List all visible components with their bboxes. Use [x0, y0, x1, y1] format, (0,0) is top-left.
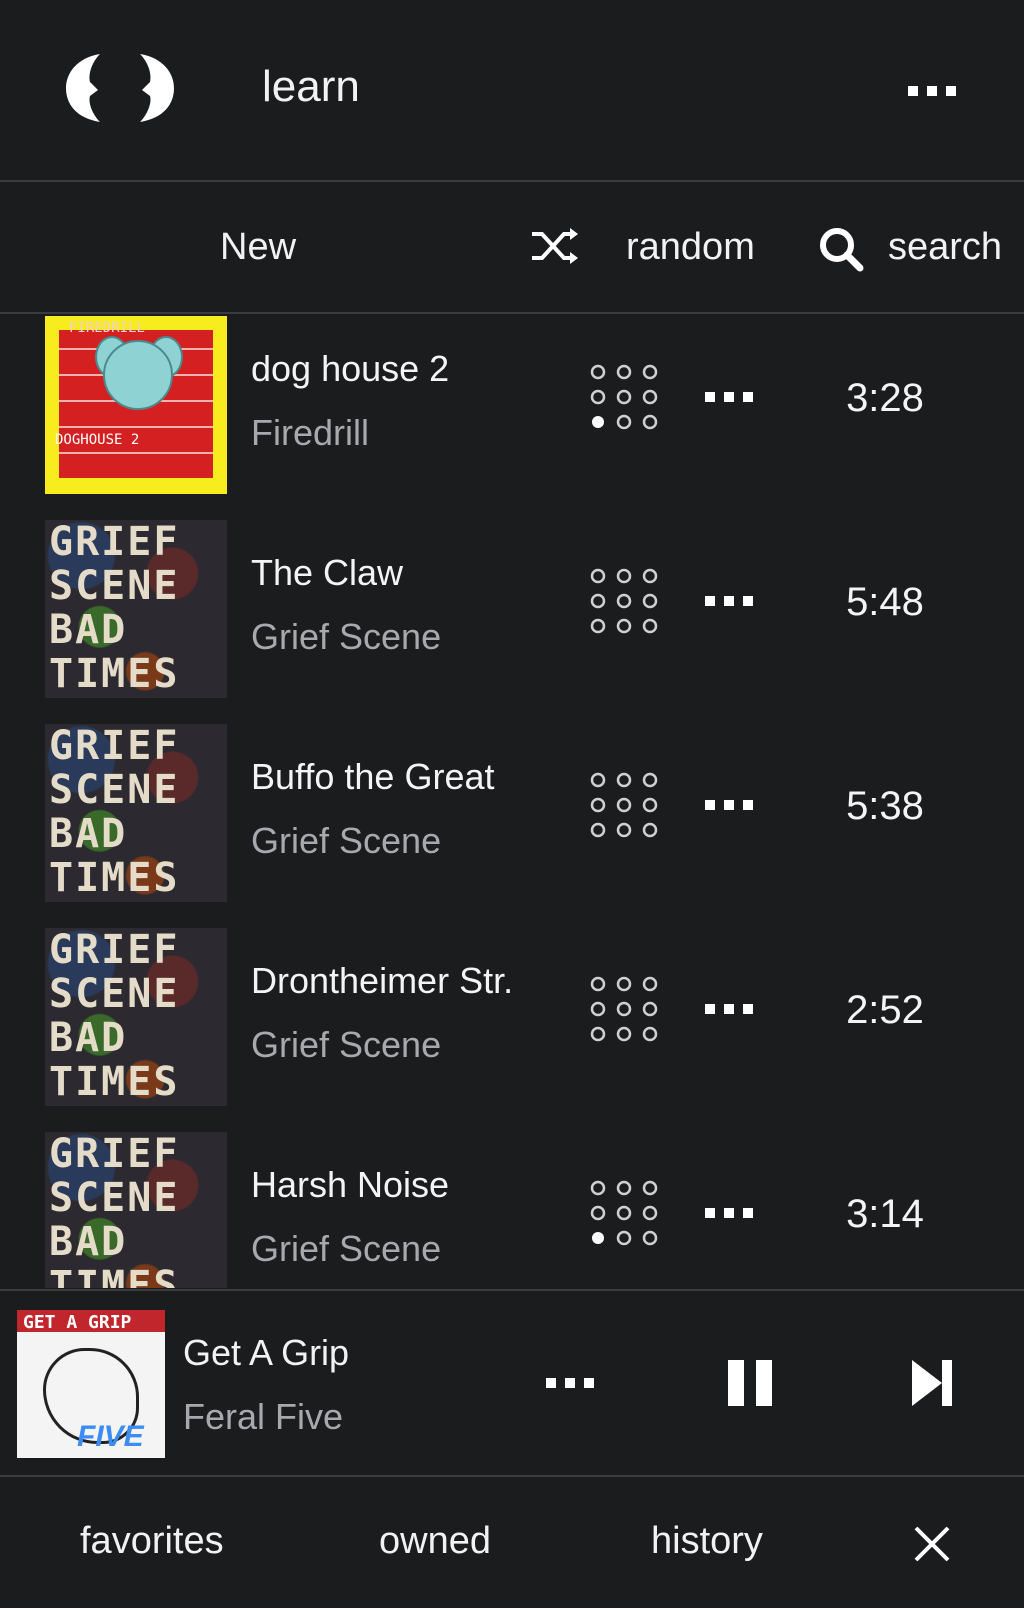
art-letters: GRIEF SCENE BAD TIMES	[49, 928, 180, 1105]
filter-bar: New random search	[0, 182, 1024, 312]
track-duration: 2:52	[846, 988, 924, 1032]
track-title: Buffo the Great	[251, 756, 495, 797]
shuffle-icon[interactable]	[530, 226, 580, 266]
track-duration: 3:28	[846, 376, 924, 420]
close-icon[interactable]	[914, 1526, 950, 1562]
track-row[interactable]: GRIEF SCENE BAD TIMES Drontheimer Str. Gri…	[0, 926, 1024, 1111]
album-art: FIREDRILL DOGHOUSE 2	[45, 316, 227, 494]
album-art: GRIEF SCENE BAD TIMES	[45, 724, 227, 902]
art-face	[103, 340, 173, 410]
now-playing-title: Get A Grip	[183, 1332, 350, 1373]
track-artist: Grief Scene	[251, 820, 442, 861]
tab-history[interactable]: history	[651, 1520, 763, 1563]
tab-search[interactable]: search	[888, 226, 1002, 269]
track-row[interactable]: GRIEF SCENE BAD TIMES The Claw Grief Scene…	[0, 518, 1024, 703]
track-duration: 5:48	[846, 580, 924, 624]
now-playing-album-art: GET A GRIP FIVE	[17, 1310, 165, 1458]
track-duration: 3:14	[846, 1192, 924, 1236]
search-icon[interactable]	[818, 226, 864, 272]
track-artist: Grief Scene	[251, 1228, 442, 1269]
art-letters: GRIEF SCENE BAD TIMES	[49, 724, 180, 901]
album-art: GRIEF SCENE BAD TIMES	[45, 1132, 227, 1288]
skip-next-icon[interactable]	[912, 1360, 954, 1406]
track-menu-icon[interactable]	[705, 1004, 753, 1014]
tab-favorites[interactable]: favorites	[80, 1520, 224, 1563]
now-playing-bar[interactable]: GET A GRIP FIVE Get A Grip Feral Five	[0, 1292, 1024, 1474]
divider	[0, 1475, 1024, 1477]
queue-grid-icon[interactable]	[590, 1180, 660, 1246]
track-menu-icon[interactable]	[705, 392, 753, 402]
track-artist: Grief Scene	[251, 1024, 442, 1065]
track-duration: 5:38	[846, 784, 924, 828]
album-art: GRIEF SCENE BAD TIMES	[45, 520, 227, 698]
track-title: dog house 2	[251, 348, 450, 389]
track-menu-icon[interactable]	[705, 1208, 753, 1218]
bottom-navigation: favorites owned history	[0, 1478, 1024, 1608]
track-title: Harsh Noise	[251, 1164, 450, 1205]
art-text-top: FIREDRILL	[69, 320, 145, 336]
art-letters: GRIEF SCENE BAD TIMES	[49, 520, 180, 697]
queue-grid-icon[interactable]	[590, 772, 660, 838]
pause-icon[interactable]	[728, 1360, 774, 1406]
track-list[interactable]: FIREDRILL DOGHOUSE 2 dog house 2 Firedrill 3…	[0, 314, 1024, 1288]
tab-random[interactable]: random	[626, 226, 755, 269]
track-title: Drontheimer Str.	[251, 960, 514, 1001]
app-header: learn	[0, 0, 1024, 180]
track-row[interactable]: GRIEF SCENE BAD TIMES Harsh Noise Grief Sc…	[0, 1130, 1024, 1288]
now-playing-menu-icon[interactable]	[546, 1378, 594, 1388]
tab-owned[interactable]: owned	[379, 1520, 491, 1563]
queue-grid-icon[interactable]	[590, 976, 660, 1042]
track-row[interactable]: GRIEF SCENE BAD TIMES Buffo the Great Grie…	[0, 722, 1024, 907]
queue-grid-icon[interactable]	[590, 568, 660, 634]
track-menu-icon[interactable]	[705, 596, 753, 606]
art-letters: GRIEF SCENE BAD TIMES	[49, 1132, 180, 1288]
art-title-text: GET A GRIP	[23, 1312, 132, 1333]
track-title: The Claw	[251, 552, 404, 593]
page-title: learn	[262, 62, 360, 111]
queue-grid-icon[interactable]	[590, 364, 660, 430]
now-playing-artist: Feral Five	[183, 1396, 344, 1437]
art-band-text: FIVE	[77, 1420, 144, 1453]
app-logo-icon[interactable]	[66, 52, 174, 124]
tab-new[interactable]: New	[220, 226, 296, 269]
divider	[0, 1289, 1024, 1291]
track-row[interactable]: FIREDRILL DOGHOUSE 2 dog house 2 Firedrill 3…	[0, 314, 1024, 499]
overflow-menu-icon[interactable]	[908, 86, 956, 96]
track-menu-icon[interactable]	[705, 800, 753, 810]
track-artist: Firedrill	[251, 412, 370, 453]
art-text-bottom: DOGHOUSE 2	[55, 432, 140, 448]
track-artist: Grief Scene	[251, 616, 442, 657]
album-art: GRIEF SCENE BAD TIMES	[45, 928, 227, 1106]
